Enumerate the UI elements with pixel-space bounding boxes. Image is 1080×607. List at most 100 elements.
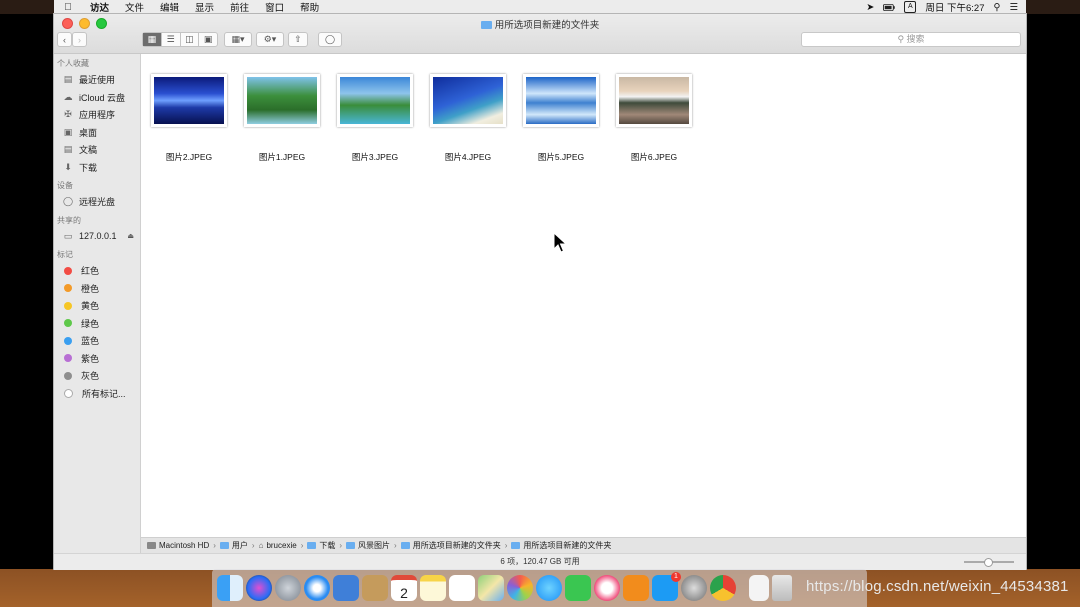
sidebar-item-recents[interactable]: ▤ 最近使用 <box>54 71 140 89</box>
reminders-dock-icon[interactable] <box>449 575 475 601</box>
launchpad-dock-icon[interactable] <box>275 575 301 601</box>
action-menu-button[interactable]: ⚙▾ <box>256 32 284 47</box>
icon-view-icon[interactable]: ▦ <box>143 33 162 46</box>
sidebar-item-tag[interactable]: 红色 <box>54 262 140 280</box>
sidebar-item-remote-disc[interactable]: ◯ 远程光盘 <box>54 193 140 211</box>
sidebar-header-devices: 设备 <box>57 181 73 190</box>
disc-icon: ◯ <box>62 196 74 207</box>
photos-dock-icon[interactable] <box>507 575 533 601</box>
sidebar-item-tag[interactable]: 灰色 <box>54 367 140 385</box>
trash-dock-icon[interactable] <box>772 575 792 601</box>
apple-menu-icon[interactable]:  <box>54 2 82 13</box>
tag-icon: ◯ <box>324 34 336 44</box>
sidebar-item-all-tags[interactable]: 所有标记... <box>54 385 140 403</box>
sidebar-item-documents[interactable]: ▤ 文稿 <box>54 141 140 159</box>
file-item[interactable]: 图片4.JPEG <box>428 74 508 163</box>
sidebar-item-label: 桌面 <box>79 127 98 138</box>
sidebar-item-label: 文稿 <box>79 145 98 156</box>
messages-dock-icon[interactable] <box>536 575 562 601</box>
safari-dock-icon[interactable] <box>304 575 330 601</box>
image-thumbnail <box>337 74 413 127</box>
path-bar: Macintosh HD › 用户 › ⌂ brucexie › 下载 › 风景图… <box>141 537 1026 553</box>
menu-view[interactable]: 显示 <box>187 0 222 14</box>
path-item-label: 用所选项目新建的文件夹 <box>523 541 612 550</box>
path-item-disk[interactable]: Macintosh HD <box>147 541 209 550</box>
back-button[interactable]: ‹ <box>57 32 72 47</box>
sidebar-item-tag[interactable]: 橙色 <box>54 280 140 298</box>
facetime-dock-icon[interactable] <box>565 575 591 601</box>
path-item-label: 用所选项目新建的文件夹 <box>412 541 501 550</box>
search-field[interactable]: ⚲ 搜索 <box>801 32 1021 47</box>
file-name: 图片2.JPEG <box>165 152 213 162</box>
sidebar-item-tag[interactable]: 紫色 <box>54 350 140 368</box>
maps-dock-icon[interactable] <box>478 575 504 601</box>
photo-editor-dock-icon[interactable] <box>333 575 359 601</box>
sidebar-item-tag[interactable]: 蓝色 <box>54 332 140 350</box>
path-item-label: brucexie <box>266 541 297 550</box>
menu-window[interactable]: 窗口 <box>257 0 292 14</box>
path-item-current[interactable]: 用所选项目新建的文件夹 <box>511 540 611 551</box>
path-item-label: Macintosh HD <box>159 541 210 550</box>
siri-dock-icon[interactable] <box>246 575 272 601</box>
path-item-downloads[interactable]: 下载 <box>307 540 335 551</box>
gallery-view-icon[interactable]: ▣ <box>199 33 217 46</box>
path-item-home[interactable]: ⌂ brucexie <box>259 541 297 550</box>
icon-size-slider[interactable] <box>964 558 1014 567</box>
chevron-right-icon: › <box>251 541 255 550</box>
status-bar: 6 项，120.47 GB 可用 <box>54 553 1026 570</box>
spotlight-search-icon[interactable]: ⚲ <box>994 2 1001 13</box>
path-item-scenery[interactable]: 风景图片 <box>346 540 390 551</box>
file-item[interactable]: 图片6.JPEG <box>614 74 694 163</box>
file-name: 图片3.JPEG <box>351 152 399 162</box>
input-source-icon[interactable]: A <box>904 1 917 13</box>
file-item[interactable]: 图片3.JPEG <box>335 74 415 163</box>
sidebar-item-icloud[interactable]: ☁ iCloud 云盘 <box>54 89 140 107</box>
battery-icon[interactable] <box>883 3 896 12</box>
sidebar-item-applications[interactable]: ✠ 应用程序 <box>54 106 140 124</box>
menu-app[interactable]: 访达 <box>82 0 117 14</box>
menu-go[interactable]: 前往 <box>222 0 257 14</box>
contacts-dock-icon[interactable] <box>362 575 388 601</box>
sidebar-item-tag[interactable]: 绿色 <box>54 315 140 333</box>
sidebar-item-desktop[interactable]: ▣ 桌面 <box>54 124 140 142</box>
file-item[interactable]: 图片5.JPEG <box>521 74 601 163</box>
path-item-label: 用户 <box>231 541 248 550</box>
menu-edit[interactable]: 编辑 <box>152 0 187 14</box>
app-store-dock-icon[interactable]: 1 <box>652 572 681 601</box>
notification-center-icon[interactable]: ☰ <box>1009 2 1018 13</box>
sidebar-item-label: 远程光盘 <box>79 197 116 208</box>
menu-file[interactable]: 文件 <box>117 0 152 14</box>
sidebar-item-server[interactable]: ▭ 127.0.0.1 ⏏ <box>54 228 140 246</box>
system-preferences-dock-icon[interactable] <box>681 575 707 601</box>
sidebar-item-downloads[interactable]: ⬇ 下载 <box>54 159 140 177</box>
group-by-button[interactable]: ▦▾ <box>224 32 252 47</box>
sidebar-item-label: 最近使用 <box>79 75 116 86</box>
forward-button[interactable]: › <box>72 32 87 47</box>
tags-button[interactable]: ◯ <box>318 32 342 47</box>
path-item-users[interactable]: 用户 <box>219 540 248 551</box>
books-dock-icon[interactable] <box>623 575 649 601</box>
menu-help[interactable]: 帮助 <box>292 0 327 14</box>
document-icon: ▤ <box>63 144 73 155</box>
menubar-clock[interactable]: 周日 下午6:27 <box>925 0 984 14</box>
home-icon: ⌂ <box>258 541 264 550</box>
computer-icon: ▭ <box>63 230 73 241</box>
notes-dock-icon[interactable] <box>420 575 446 601</box>
slider-thumb[interactable] <box>984 558 993 567</box>
chrome-dock-icon[interactable] <box>710 575 736 601</box>
path-item-new-folder[interactable]: 用所选项目新建的文件夹 <box>400 540 501 551</box>
document-dock-icon[interactable] <box>749 575 769 601</box>
list-view-icon[interactable]: ☰ <box>162 33 181 46</box>
folder-icon <box>307 542 317 549</box>
column-view-icon[interactable]: ◫ <box>181 33 200 46</box>
file-item[interactable]: 图片2.JPEG <box>149 74 229 163</box>
calendar-dock-icon[interactable]: 2 <box>391 575 417 601</box>
share-button[interactable]: ⇧ <box>288 32 308 47</box>
sidebar-item-tag[interactable]: 黄色 <box>54 297 140 315</box>
finder-dock-icon[interactable] <box>217 575 243 601</box>
eject-icon[interactable]: ⏏ <box>127 232 134 240</box>
file-item[interactable]: 图片1.JPEG <box>242 74 322 163</box>
music-dock-icon[interactable] <box>594 575 620 601</box>
sidebar-item-label: 绿色 <box>81 318 100 329</box>
location-arrow-icon[interactable]: ➤ <box>866 2 874 13</box>
